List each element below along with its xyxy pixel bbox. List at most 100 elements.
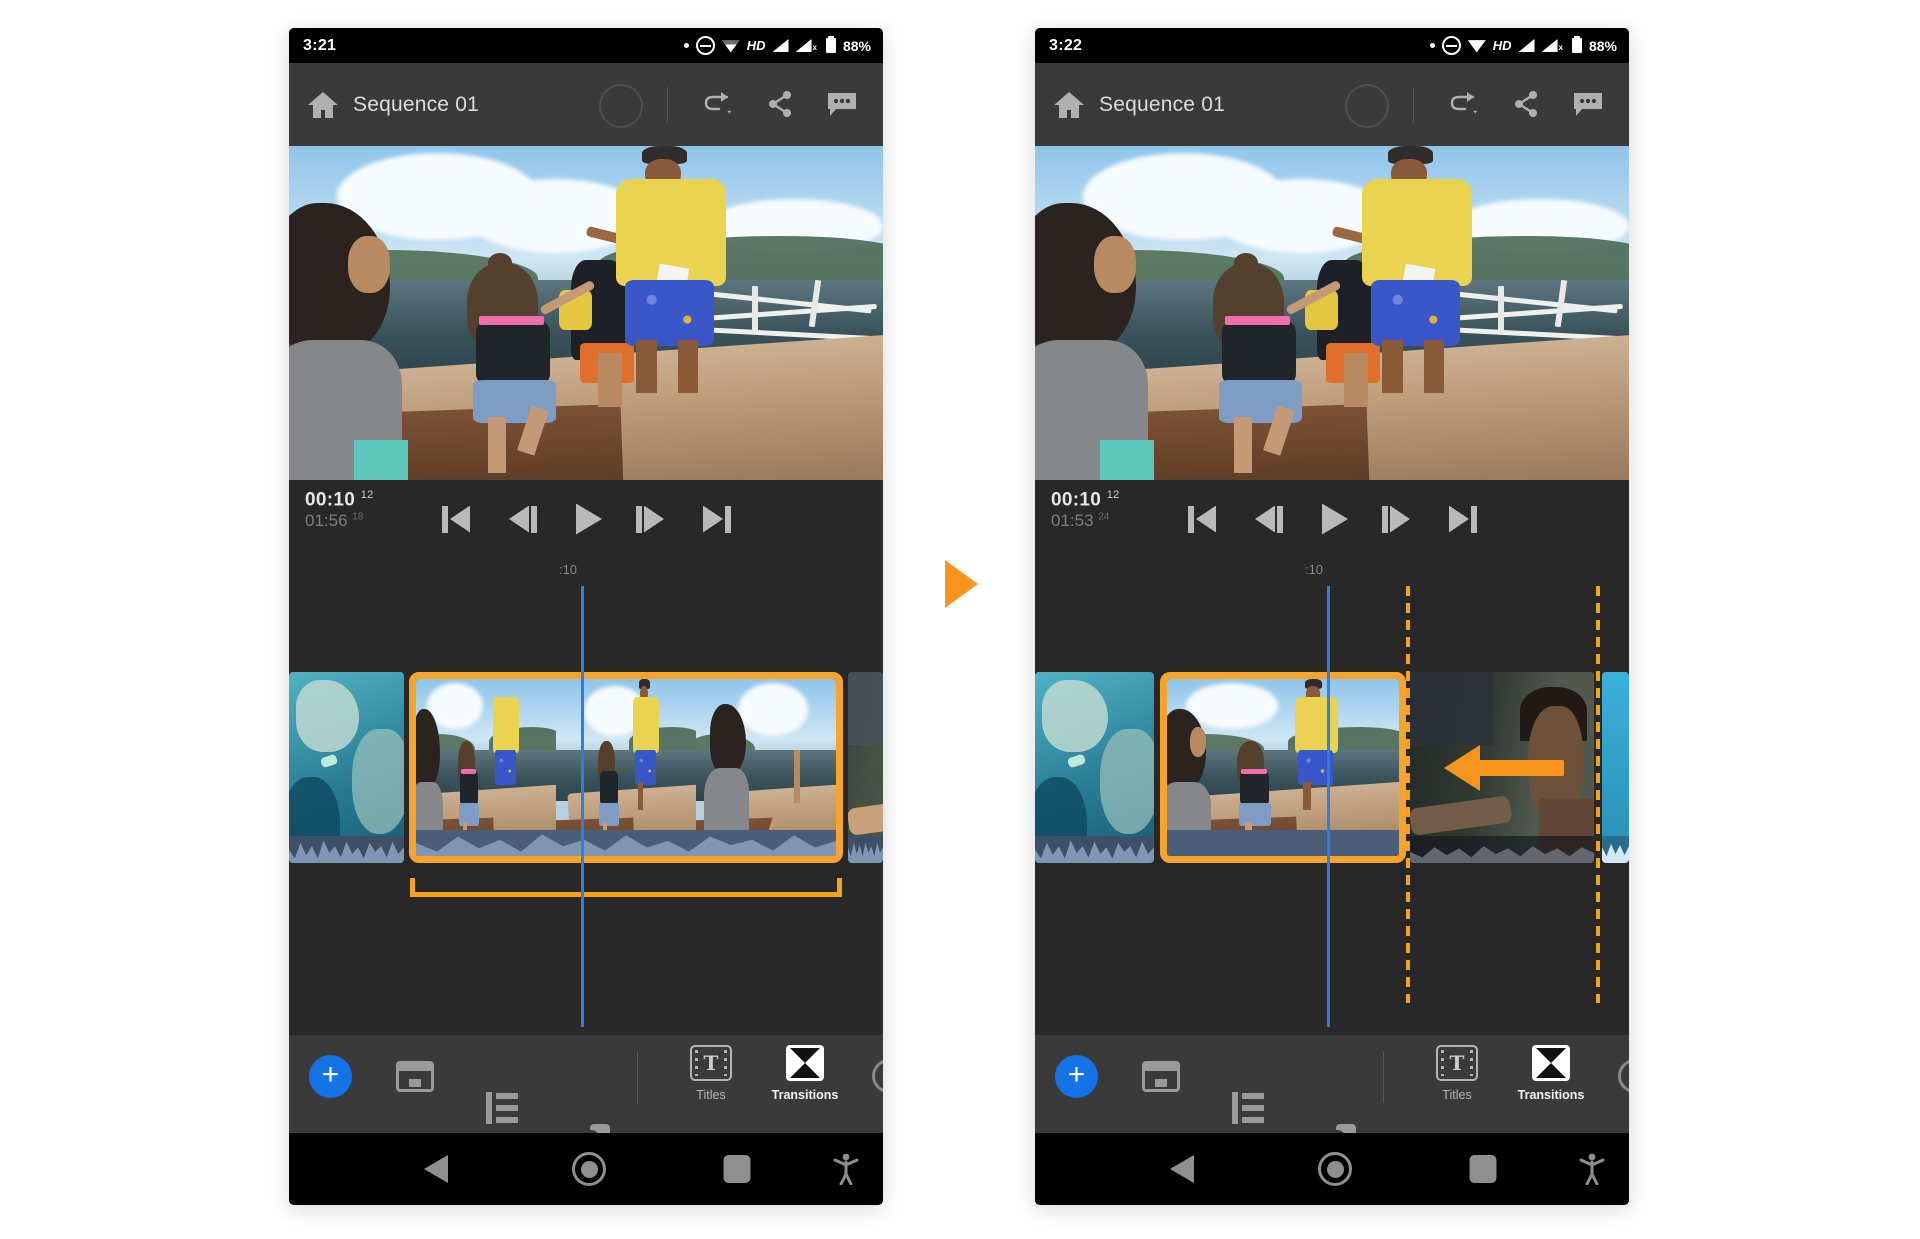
- battery-percent: 88%: [1589, 38, 1617, 54]
- undo-button[interactable]: [699, 85, 737, 123]
- editor-toolbar: + T Titles Transitions: [1035, 1035, 1629, 1133]
- preview-frame: [289, 146, 883, 480]
- app-header: Sequence 01: [1035, 63, 1629, 146]
- selected-clip[interactable]: [1160, 672, 1406, 863]
- audio-waveform: [289, 836, 404, 863]
- ruler-tick-label: :10: [548, 562, 588, 577]
- feedback-button[interactable]: [823, 85, 861, 123]
- clip-underwater[interactable]: [1035, 672, 1154, 863]
- transitions-icon: [786, 1045, 824, 1081]
- next-tool-partial-icon[interactable]: [872, 1059, 883, 1093]
- timeline[interactable]: :10: [289, 558, 883, 1035]
- status-bar: 3:21 HD x 88%: [289, 28, 883, 63]
- track-list-icon[interactable]: [486, 1092, 522, 1124]
- current-frames: 12: [361, 489, 374, 501]
- transitions-button[interactable]: Transitions: [759, 1045, 851, 1102]
- plus-icon: +: [1068, 1060, 1086, 1090]
- share-button[interactable]: [761, 85, 799, 123]
- signal-icon: [773, 39, 789, 52]
- add-media-button[interactable]: +: [1055, 1055, 1098, 1098]
- track-list-icon[interactable]: [1232, 1092, 1268, 1124]
- next-tool-partial-icon[interactable]: [1618, 1059, 1629, 1093]
- playhead[interactable]: [1327, 586, 1330, 1027]
- sequence-title: Sequence 01: [1099, 93, 1225, 117]
- home-icon[interactable]: [307, 90, 339, 120]
- phone-after: 3:22 HD x 88% Sequence 01: [1035, 28, 1629, 1205]
- nav-recents-button[interactable]: [724, 1155, 751, 1183]
- timeline[interactable]: :10: [1035, 558, 1629, 1035]
- nav-home-button[interactable]: [1318, 1152, 1352, 1186]
- titles-label: Titles: [1442, 1088, 1471, 1102]
- step-forward-button[interactable]: [628, 502, 672, 536]
- share-button[interactable]: [1507, 85, 1545, 123]
- ruler-tick-label: :10: [1294, 562, 1334, 577]
- sync-status-icon[interactable]: [599, 84, 643, 128]
- next-step-arrow-icon: [945, 560, 978, 608]
- hd-indicator: HD: [747, 38, 766, 53]
- header-divider: [1413, 87, 1414, 123]
- signal-icon: [1519, 39, 1535, 52]
- clip-sky-sliver[interactable]: [1602, 672, 1629, 863]
- add-media-button[interactable]: +: [309, 1055, 352, 1098]
- titles-button[interactable]: T Titles: [1423, 1045, 1491, 1102]
- transitions-label: Transitions: [1518, 1088, 1585, 1102]
- clip-next-dimmed[interactable]: [1410, 672, 1594, 863]
- video-preview[interactable]: [289, 146, 883, 480]
- transitions-button[interactable]: Transitions: [1505, 1045, 1597, 1102]
- editor-toolbar: + T Titles Transitions: [289, 1035, 883, 1133]
- play-button[interactable]: [567, 502, 611, 536]
- battery-percent: 88%: [843, 38, 871, 54]
- signal2-x: x: [813, 43, 817, 52]
- media-bin-icon[interactable]: [1142, 1061, 1180, 1092]
- android-nav-bar: [289, 1133, 883, 1205]
- transitions-icon: [1532, 1045, 1570, 1081]
- titles-icon: T: [690, 1045, 732, 1081]
- sync-status-icon[interactable]: [1345, 84, 1389, 128]
- home-icon[interactable]: [1053, 90, 1085, 120]
- step-back-button[interactable]: [501, 502, 545, 536]
- feedback-button[interactable]: [1569, 85, 1607, 123]
- trim-ghost-line-end: [1596, 586, 1600, 1003]
- nav-back-button[interactable]: [424, 1155, 448, 1183]
- clock: 3:21: [303, 37, 336, 55]
- play-button[interactable]: [1313, 502, 1357, 536]
- trim-bracket[interactable]: [410, 878, 842, 897]
- audio-strip: [1167, 830, 1399, 856]
- audio-waveform: [416, 830, 836, 856]
- titles-button[interactable]: T Titles: [677, 1045, 745, 1102]
- clip-next-sliver[interactable]: [848, 672, 883, 863]
- playhead[interactable]: [581, 586, 584, 1027]
- signal2-icon: [1542, 39, 1558, 52]
- clip-underwater[interactable]: [289, 672, 404, 863]
- skip-to-start-button[interactable]: [1180, 502, 1224, 536]
- battery-icon: [1572, 38, 1582, 53]
- app-header: Sequence 01: [289, 63, 883, 146]
- skip-to-end-button[interactable]: [695, 502, 739, 536]
- notification-dot-icon: [1430, 43, 1435, 48]
- selected-clip[interactable]: [409, 672, 843, 863]
- step-back-button[interactable]: [1247, 502, 1291, 536]
- nav-recents-button[interactable]: [1470, 1155, 1497, 1183]
- skip-to-end-button[interactable]: [1441, 502, 1485, 536]
- undo-button[interactable]: [1445, 85, 1483, 123]
- media-bin-icon[interactable]: [396, 1061, 434, 1092]
- hd-indicator: HD: [1493, 38, 1512, 53]
- battery-icon: [826, 38, 836, 53]
- signal2-x: x: [1559, 43, 1563, 52]
- do-not-disturb-icon: [696, 36, 715, 55]
- nav-accessibility-button[interactable]: [1577, 1153, 1607, 1185]
- plus-icon: +: [322, 1060, 340, 1090]
- video-preview[interactable]: [1035, 146, 1629, 480]
- nav-back-button[interactable]: [1170, 1155, 1194, 1183]
- nav-accessibility-button[interactable]: [831, 1153, 861, 1185]
- titles-icon: T: [1436, 1045, 1478, 1081]
- android-nav-bar: [1035, 1133, 1629, 1205]
- transitions-label: Transitions: [772, 1088, 839, 1102]
- step-forward-button[interactable]: [1374, 502, 1418, 536]
- nav-home-button[interactable]: [572, 1152, 606, 1186]
- skip-to-start-button[interactable]: [434, 502, 478, 536]
- clock: 3:22: [1049, 37, 1082, 55]
- audio-waveform: [848, 836, 883, 863]
- trim-ghost-line-start: [1406, 586, 1410, 1003]
- toolbar-divider: [637, 1051, 638, 1103]
